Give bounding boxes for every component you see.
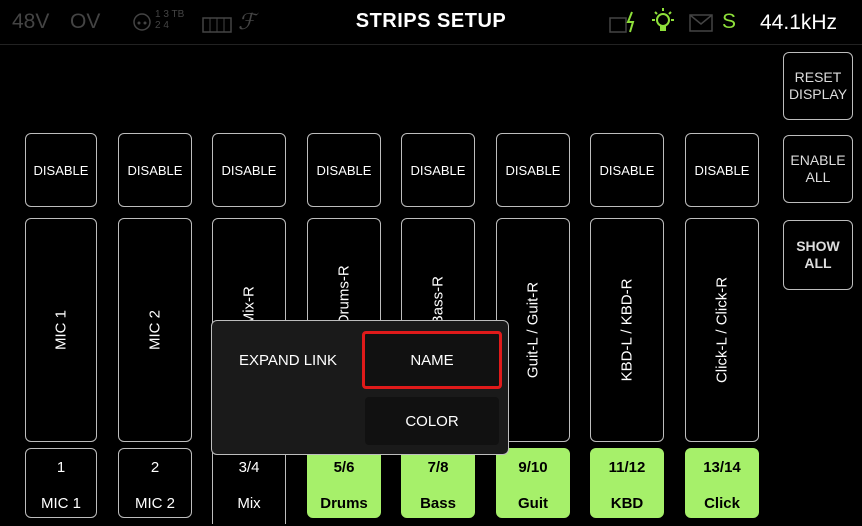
strip-tab-2[interactable]: 2 MIC 2 <box>118 448 192 518</box>
strip-tab-5[interactable]: 7/8 Bass <box>401 448 475 518</box>
show-all-button[interactable]: SHOW ALL <box>783 220 853 290</box>
strip-number: 13/14 <box>703 459 741 476</box>
strip-name-label: KBD-L / KBD-R <box>618 278 636 382</box>
strip-tab-1[interactable]: 1 MIC 1 <box>25 448 97 518</box>
strip-name-label: Click-L / Click-R <box>713 276 731 384</box>
strip-name-label: Guit-L / Guit-R <box>524 281 542 379</box>
strip-tab-6[interactable]: 9/10 Guit <box>496 448 570 518</box>
strip-name-button-8[interactable]: Click-L / Click-R <box>685 218 759 442</box>
sample-rate: 44.1kHz <box>760 11 838 34</box>
strip-name: Mix <box>237 495 261 512</box>
strip-name: Guit <box>518 495 548 512</box>
expand-link-menu-item[interactable]: EXPAND LINK <box>224 335 352 385</box>
disable-button-strip-1[interactable]: DISABLE <box>25 133 97 207</box>
strip-name-button-7[interactable]: KBD-L / KBD-R <box>590 218 664 442</box>
disable-button-strip-7[interactable]: DISABLE <box>590 133 664 207</box>
enable-all-button[interactable]: ENABLE ALL <box>783 135 853 203</box>
strip-name: Click <box>704 495 740 512</box>
reset-display-button[interactable]: RESET DISPLAY <box>783 52 853 120</box>
light-icon <box>648 7 678 37</box>
disable-button-strip-8[interactable]: DISABLE <box>685 133 759 207</box>
strip-number: 11/12 <box>608 459 646 476</box>
strip-number: 3/4 <box>238 459 260 476</box>
strip-name-label: MIC 1 <box>52 309 70 351</box>
strip-name: Bass <box>420 495 456 512</box>
strip-tab-3[interactable]: 3/4 Mix <box>212 448 286 524</box>
strip-number: 5/6 <box>333 459 355 476</box>
strip-tab-4[interactable]: 5/6 Drums <box>307 448 381 518</box>
status-divider <box>0 44 862 45</box>
strip-name-button-2[interactable]: MIC 2 <box>118 218 192 442</box>
strip-name: MIC 1 <box>40 495 81 512</box>
status-bar: 48V OV 1 3 TB 2 4 ℱ STRIPS SETUP S 44.1k… <box>0 0 862 42</box>
strip-number: 2 <box>150 459 160 476</box>
strip-name: MIC 2 <box>134 495 175 512</box>
strip-number: 9/10 <box>518 459 548 476</box>
disable-button-strip-6[interactable]: DISABLE <box>496 133 570 207</box>
name-menu-item[interactable]: NAME <box>362 331 502 389</box>
s-indicator: S <box>722 10 737 33</box>
strip-name-button-1[interactable]: MIC 1 <box>25 218 97 442</box>
disable-button-strip-2[interactable]: DISABLE <box>118 133 192 207</box>
strip-tab-7[interactable]: 11/12 KBD <box>590 448 664 518</box>
color-menu-item[interactable]: COLOR <box>365 397 499 445</box>
strip-name: Drums <box>320 495 368 512</box>
strip-context-popup: EXPAND LINK NAME COLOR <box>211 320 509 455</box>
disable-button-strip-4[interactable]: DISABLE <box>307 133 381 207</box>
strip-number: 7/8 <box>427 459 449 476</box>
strip-tab-8[interactable]: 13/14 Click <box>685 448 759 518</box>
mail-icon <box>688 13 716 33</box>
strip-number: 1 <box>56 459 66 476</box>
disable-button-strip-5[interactable]: DISABLE <box>401 133 475 207</box>
strip-name: KBD <box>610 495 644 512</box>
power-icon <box>608 10 644 34</box>
strip-name-label: MIC 2 <box>146 309 164 351</box>
disable-button-strip-3[interactable]: DISABLE <box>212 133 286 207</box>
